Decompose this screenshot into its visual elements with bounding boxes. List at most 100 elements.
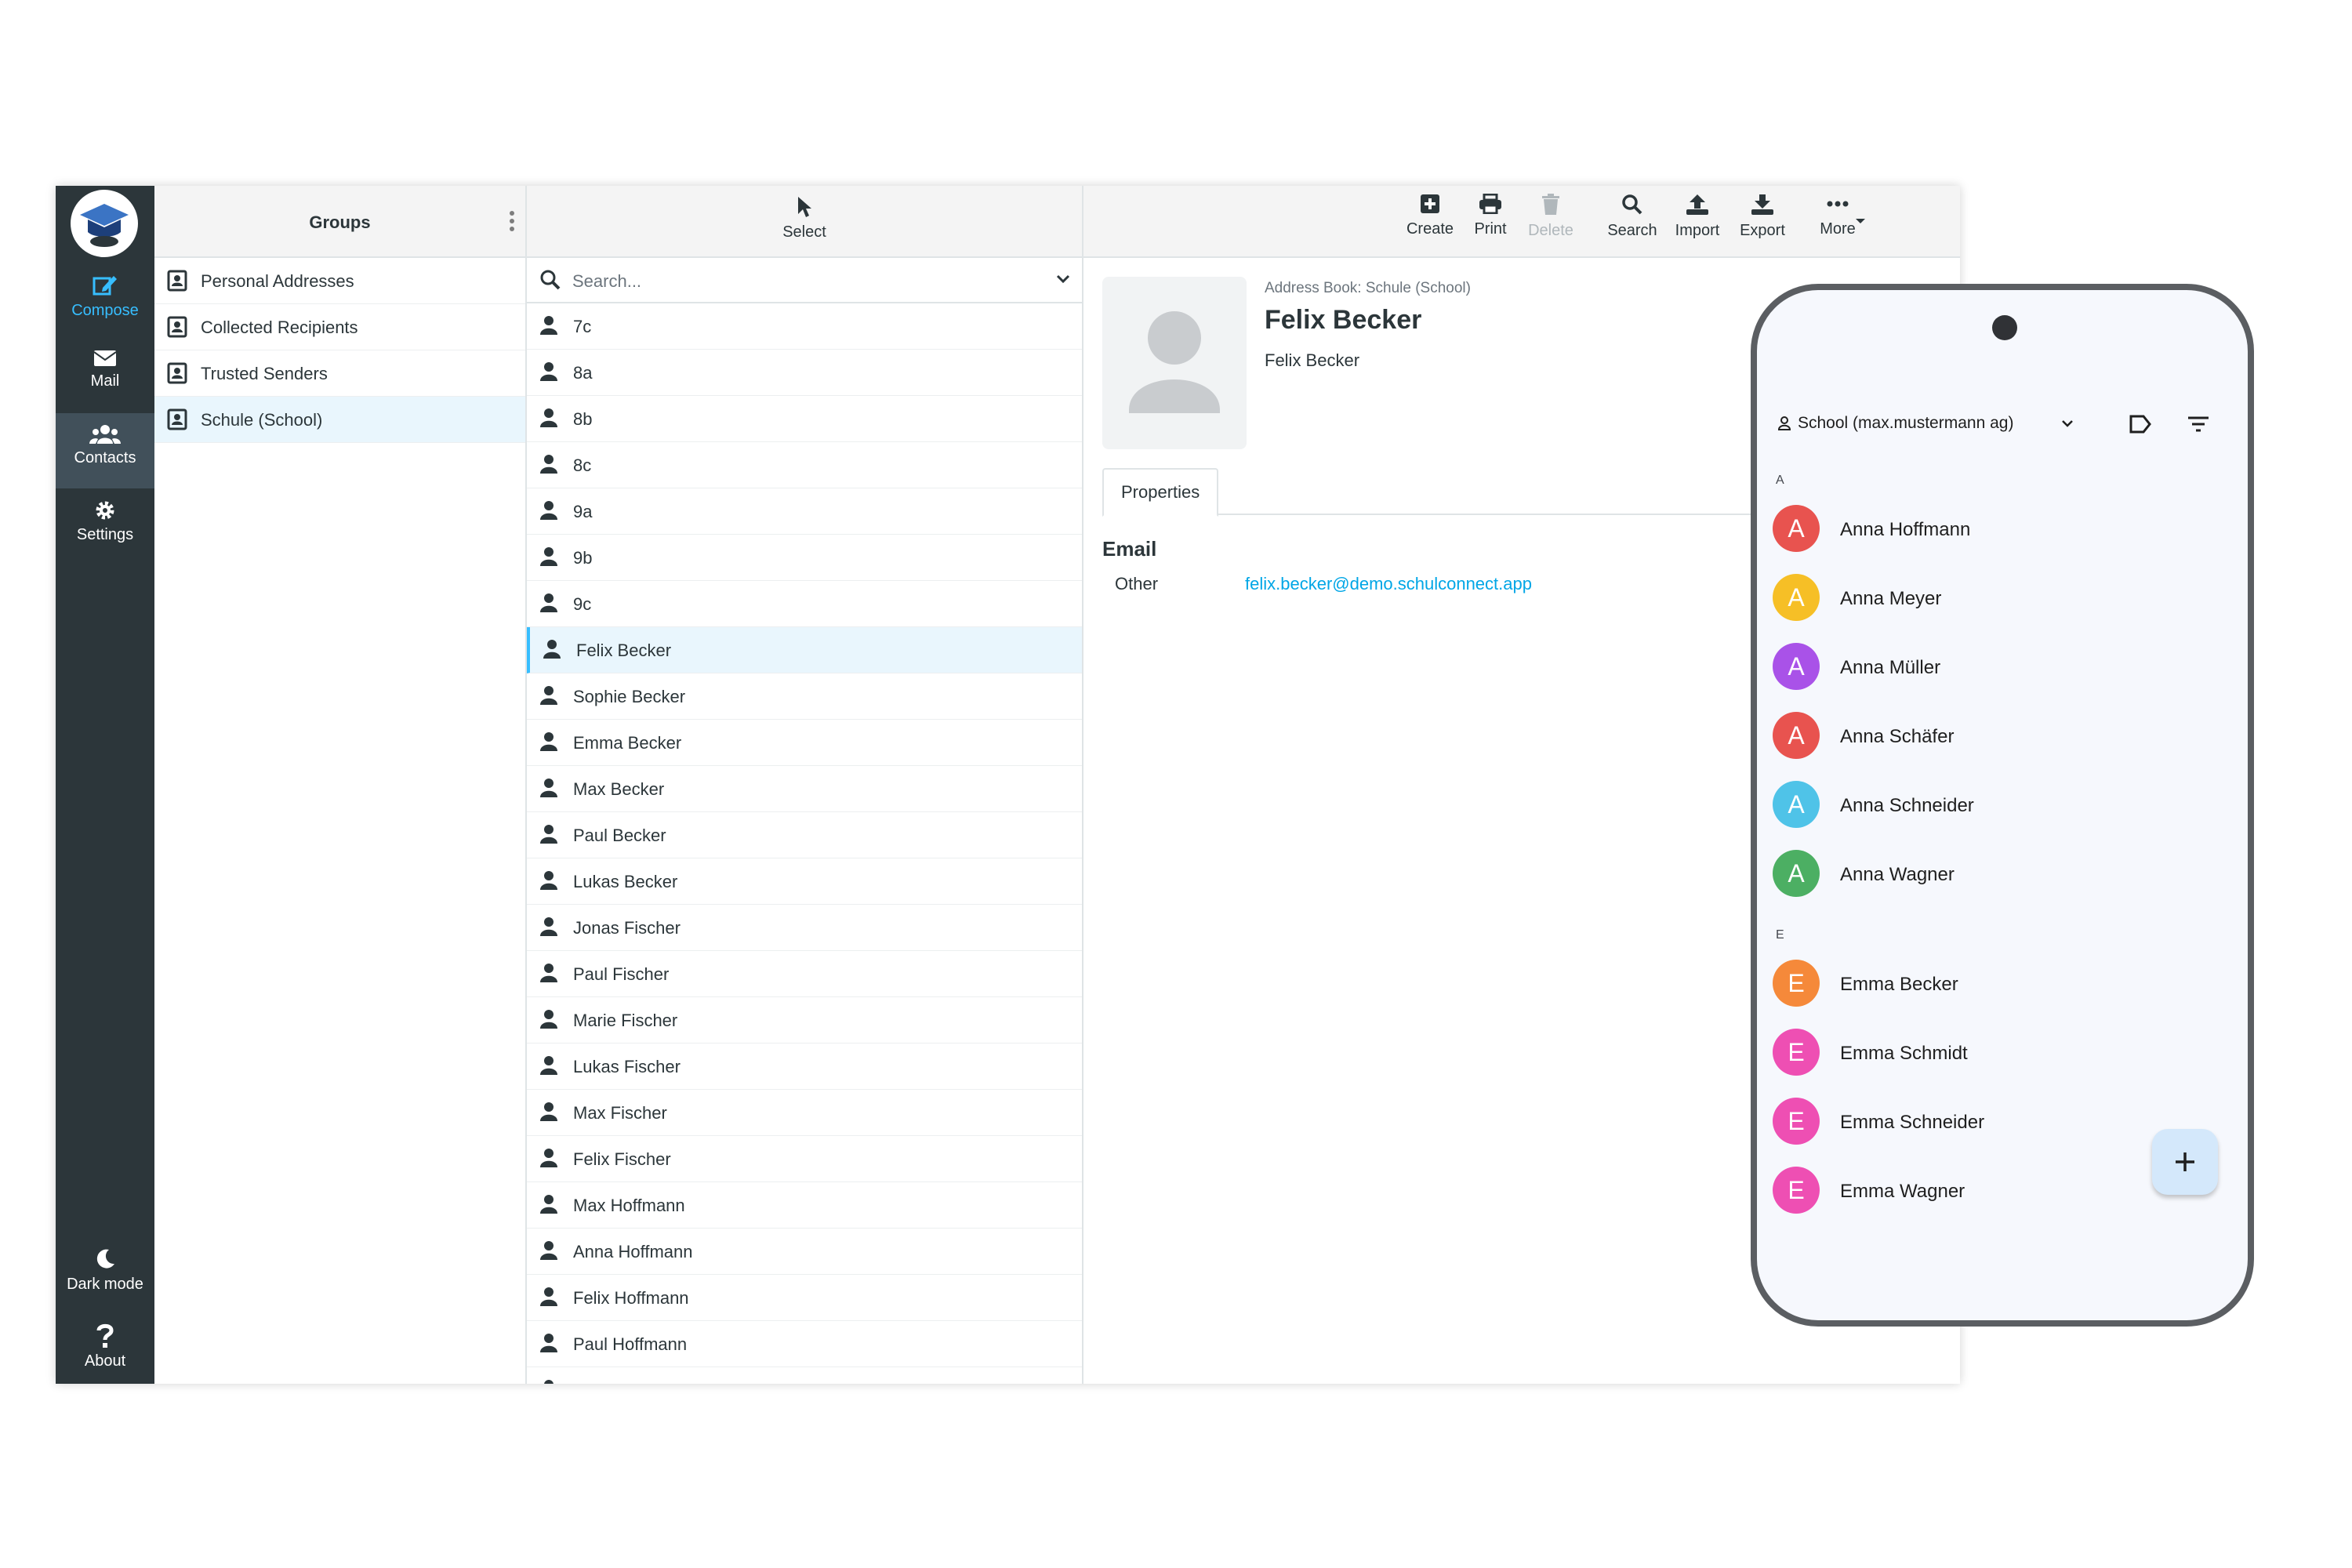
search-button[interactable]: Search <box>1601 194 1664 240</box>
phone-contact-item[interactable]: A Anna Müller <box>1773 643 2212 691</box>
account-selector[interactable]: School (max.mustermann ag) <box>1798 414 2013 433</box>
phone-contact-item[interactable]: E Emma Schmidt <box>1773 1029 2212 1077</box>
address-book-label: Address Book: Schule (School) <box>1265 280 1471 296</box>
contacts-button[interactable]: Contacts <box>56 413 154 488</box>
contact-row[interactable]: Felix Fischer <box>527 1136 1082 1182</box>
contact-row[interactable]: Jonas Fischer <box>527 905 1082 951</box>
contact-search[interactable]: Search... <box>527 258 1082 303</box>
phone-contact-name: Emma Becker <box>1840 974 1958 995</box>
add-contact-fab[interactable] <box>2152 1129 2218 1195</box>
contact-row[interactable]: Paul Fischer <box>527 951 1082 997</box>
print-button[interactable]: Print <box>1459 194 1522 238</box>
contact-photo[interactable] <box>1102 277 1247 449</box>
person-icon <box>540 1102 557 1121</box>
contact-row[interactable]: 8a <box>527 350 1082 396</box>
phone-mockup: School (max.mustermann ag) A A Anna Hoffma… <box>1751 284 2254 1327</box>
contact-row[interactable]: Emma Becker <box>527 720 1082 766</box>
contact-row[interactable]: Max Fischer <box>527 1090 1082 1136</box>
contact-row-name: Anna Hoffmann <box>573 1242 693 1261</box>
phone-contact-item[interactable]: A Anna Schäfer <box>1773 712 2212 760</box>
export-button[interactable]: Export <box>1731 194 1794 240</box>
chevron-down-icon[interactable] <box>2061 419 2074 428</box>
dark-mode-label: Dark mode <box>67 1276 143 1293</box>
mail-button[interactable]: Mail <box>56 338 154 413</box>
search-input[interactable]: Search... <box>572 271 641 292</box>
phone-contact-item[interactable]: A Anna Meyer <box>1773 574 2212 622</box>
search-icon <box>1622 194 1642 215</box>
select-button[interactable]: Select <box>527 195 1082 241</box>
contact-row[interactable]: Max Becker <box>527 766 1082 812</box>
tab-properties[interactable]: Properties <box>1102 468 1219 517</box>
contact-row[interactable]: Felix Becker <box>527 627 1082 673</box>
person-icon <box>540 1010 557 1029</box>
settings-label: Settings <box>76 526 134 543</box>
filter-icon[interactable] <box>2187 416 2210 433</box>
import-button[interactable]: Import <box>1666 194 1729 240</box>
contact-row[interactable]: Paul Hoffmann <box>527 1321 1082 1367</box>
app-logo[interactable] <box>71 190 138 257</box>
contact-row[interactable]: 8c <box>527 442 1082 488</box>
compose-button[interactable]: Compose <box>56 263 154 338</box>
groups-title: Groups <box>309 212 371 232</box>
delete-button[interactable]: Delete <box>1519 194 1582 240</box>
contact-row[interactable]: Max Hoffmann <box>527 1182 1082 1229</box>
contact-row[interactable]: 9c <box>527 581 1082 627</box>
contact-row[interactable]: Anna Hoffmann <box>527 1229 1082 1275</box>
contact-row[interactable]: 9a <box>527 488 1082 535</box>
person-icon <box>540 316 557 335</box>
compose-label: Compose <box>71 302 139 319</box>
contact-row[interactable]: Paul Becker <box>527 812 1082 858</box>
phone-contact-item[interactable]: E Emma Schneider <box>1773 1098 2212 1146</box>
contact-row-name: Paul Hoffmann <box>573 1334 688 1354</box>
contact-row[interactable]: Lukas Fischer <box>527 1044 1082 1090</box>
email-link[interactable]: felix.becker@demo.schulconnect.app <box>1245 574 1532 594</box>
phone-contact-item[interactable]: A Anna Wagner <box>1773 850 2212 898</box>
contact-row[interactable]: 8b <box>527 396 1082 442</box>
contact-row[interactable]: Lukas Becker <box>527 858 1082 905</box>
contact-row[interactable]: 9b <box>527 535 1082 581</box>
group-item-trusted-senders[interactable]: Trusted Senders <box>154 350 525 397</box>
phone-contact-item[interactable]: A Anna Schneider <box>1773 781 2212 829</box>
section-letter: A <box>1776 474 1784 487</box>
label-icon[interactable] <box>2129 414 2152 434</box>
settings-button[interactable]: Settings <box>56 488 154 564</box>
contact-row-name: Max Fischer <box>573 1103 667 1123</box>
group-item-collected-recipients[interactable]: Collected Recipients <box>154 304 525 350</box>
avatar: E <box>1773 1098 1820 1145</box>
address-book-icon <box>167 408 187 430</box>
plus-square-icon <box>1421 194 1439 213</box>
person-icon <box>540 593 557 612</box>
person-icon <box>540 408 557 427</box>
dark-mode-button[interactable]: Dark mode <box>56 1236 154 1312</box>
contact-row-name: 7c <box>573 317 592 336</box>
search-icon <box>540 270 561 290</box>
contact-row[interactable]: Lena Hoffmann <box>527 1367 1082 1384</box>
phone-contact-item[interactable]: A Anna Hoffmann <box>1773 505 2212 554</box>
person-icon <box>544 1380 554 1384</box>
mail-label: Mail <box>90 372 120 390</box>
groups-menu-icon[interactable] <box>510 211 514 234</box>
group-item-personal-addresses[interactable]: Personal Addresses <box>154 258 525 304</box>
phone-contact-item[interactable]: E Emma Wagner <box>1773 1167 2212 1215</box>
contact-row-name: Paul Becker <box>573 826 666 845</box>
avatar: E <box>1773 960 1820 1007</box>
phone-contact-item[interactable]: E Emma Becker <box>1773 960 2212 1008</box>
contact-row[interactable]: Sophie Becker <box>527 673 1082 720</box>
contact-row-name: Felix Fischer <box>573 1149 671 1169</box>
person-icon <box>540 547 557 566</box>
contact-row[interactable]: Felix Hoffmann <box>527 1275 1082 1321</box>
more-button[interactable]: More <box>1806 194 1869 238</box>
about-button[interactable]: About <box>56 1312 154 1384</box>
group-item-schule-school[interactable]: Schule (School) <box>154 397 525 443</box>
plus-icon <box>2176 1152 2194 1171</box>
chevron-down-icon[interactable] <box>1055 270 1071 286</box>
contact-row[interactable]: Marie Fischer <box>527 997 1082 1044</box>
person-icon <box>540 1149 557 1167</box>
question-icon <box>96 1323 114 1348</box>
create-button[interactable]: Create <box>1399 194 1461 238</box>
contact-row[interactable]: 7c <box>527 303 1082 350</box>
export-label: Export <box>1740 222 1785 239</box>
person-icon <box>540 362 557 381</box>
person-icon <box>540 1334 557 1352</box>
email-section-title: Email <box>1102 537 1157 561</box>
